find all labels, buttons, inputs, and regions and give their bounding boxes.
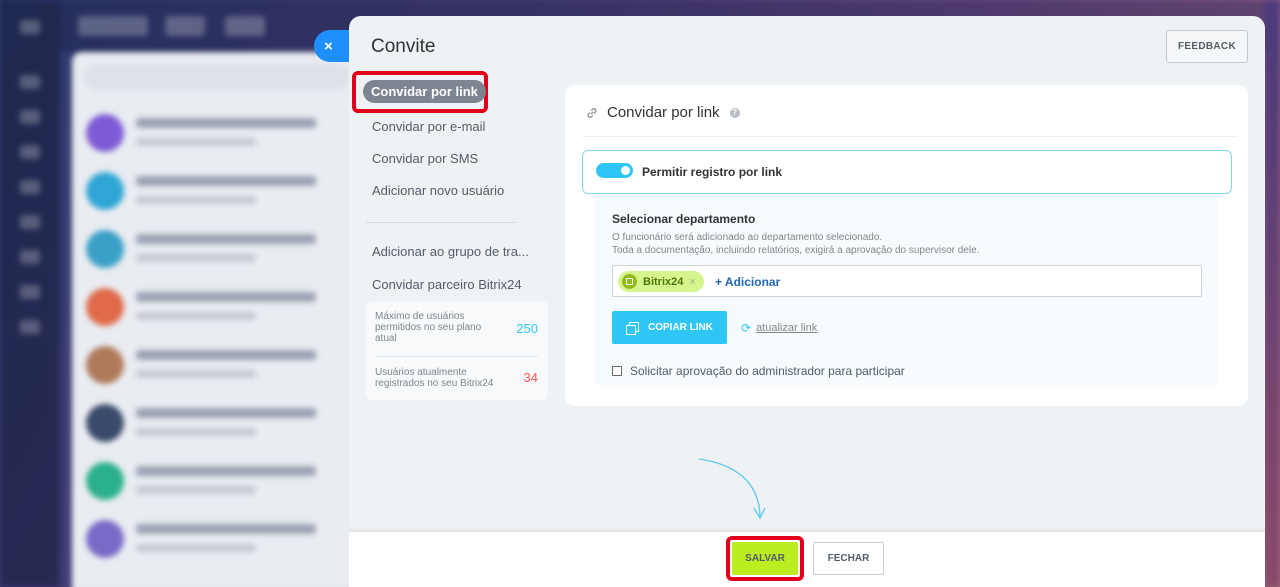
allow-link-registration-toggle[interactable] [596, 163, 633, 178]
close-icon: × [324, 37, 333, 55]
nav-divider [366, 222, 516, 223]
department-description-line: O funcionário será adicionado ao departa… [612, 232, 883, 243]
limit-max-users-value: 250 [516, 321, 538, 336]
department-selector[interactable]: Bitrix24 × + Adicionar [612, 265, 1202, 297]
feedback-button[interactable]: FEEDBACK [1166, 30, 1248, 63]
nav-item-add-user[interactable]: Adicionar novo usuário [372, 183, 504, 198]
topbar-placeholder [78, 16, 148, 36]
rail-icon [20, 75, 40, 89]
background-list-item [86, 284, 348, 334]
background-search [84, 64, 350, 90]
add-department-link[interactable]: + Adicionar [715, 275, 780, 289]
user-limits: Máximo de usuários permitidos no seu pla… [366, 301, 548, 400]
limit-current-users-label: Usuários atualmente registrados no seu B… [375, 367, 494, 389]
copy-icon [626, 321, 639, 335]
nav-item-invite-link[interactable]: Convidar por link [363, 80, 486, 103]
nav-item-invite-sms[interactable]: Convidar por SMS [372, 151, 478, 166]
copy-link-button[interactable]: COPIAR LINK [612, 311, 727, 344]
slider-footer: SALVAR FECHAR [349, 531, 1265, 587]
background-list-item [86, 516, 348, 566]
limit-current-users-value: 34 [523, 370, 538, 385]
allow-link-registration-label: Permitir registro por link [642, 165, 783, 179]
rail-icon [20, 285, 40, 299]
rail-icon [20, 20, 40, 34]
topbar-placeholder [165, 16, 205, 36]
background-list-item [86, 400, 348, 450]
rail-icon [20, 145, 40, 159]
department-tag: Bitrix24 × [618, 271, 704, 292]
building-icon [622, 274, 637, 289]
refresh-icon: ⟳ [741, 321, 752, 335]
card-title: Convidar por link [607, 104, 720, 121]
close-slider-button[interactable]: × [314, 30, 354, 62]
admin-approval-checkbox[interactable] [612, 366, 622, 376]
save-button[interactable]: SALVAR [732, 542, 798, 575]
background-right-strip [1264, 0, 1280, 587]
background-list-item [86, 110, 348, 160]
rail-icon [20, 250, 40, 264]
department-description-line: Toda a documentação, incluindo relatório… [612, 245, 980, 256]
background-list-item [86, 168, 348, 218]
rail-icon [20, 180, 40, 194]
admin-approval-option: Solicitar aprovação do administrador par… [612, 364, 905, 378]
nav-item-invite-partner[interactable]: Convidar parceiro Bitrix24 [372, 277, 522, 292]
invite-slider: Convite FEEDBACK Convidar por link Convi… [349, 16, 1265, 587]
refresh-link[interactable]: ⟳ atualizar link [741, 321, 817, 335]
department-section: Selecionar departamento O funcionário se… [595, 194, 1217, 385]
rail-icon [20, 110, 40, 124]
admin-approval-label: Solicitar aprovação do administrador par… [630, 364, 905, 378]
background-list-item [86, 342, 348, 392]
department-title: Selecionar departamento [612, 212, 756, 226]
background-list-item [86, 458, 348, 508]
limit-max-users: Máximo de usuários permitidos no seu pla… [375, 311, 538, 344]
department-tag-label: Bitrix24 [643, 275, 684, 288]
nav-item-add-to-group[interactable]: Adicionar ao grupo de tra... [372, 244, 529, 259]
card-header: Convidar por link ? [585, 104, 740, 121]
page-title: Convite [371, 36, 436, 57]
limit-max-users-label: Máximo de usuários permitidos no seu pla… [375, 311, 482, 344]
background-left-rail [0, 0, 60, 587]
background-chat-list [72, 52, 362, 587]
nav-item-invite-email[interactable]: Convidar por e-mail [372, 119, 485, 134]
card-divider [582, 136, 1237, 137]
limit-current-users: Usuários atualmente registrados no seu B… [375, 367, 538, 389]
help-icon[interactable]: ? [729, 107, 740, 118]
copy-link-label: COPIAR LINK [648, 322, 713, 333]
invite-link-card: Convidar por link ? Permitir registro po… [565, 85, 1248, 406]
department-description: O funcionário será adicionado ao departa… [612, 231, 979, 257]
topbar-placeholder [225, 16, 265, 36]
background-list-item [86, 226, 348, 276]
pointer-arrow-icon [698, 458, 766, 520]
link-registration-box: Permitir registro por link [582, 150, 1232, 194]
rail-icon [20, 215, 40, 229]
close-button[interactable]: FECHAR [813, 542, 884, 575]
link-icon [587, 107, 597, 118]
limits-divider [375, 356, 538, 357]
remove-tag-icon[interactable]: × [689, 276, 695, 288]
refresh-link-label: atualizar link [756, 322, 818, 334]
rail-icon [20, 320, 40, 334]
